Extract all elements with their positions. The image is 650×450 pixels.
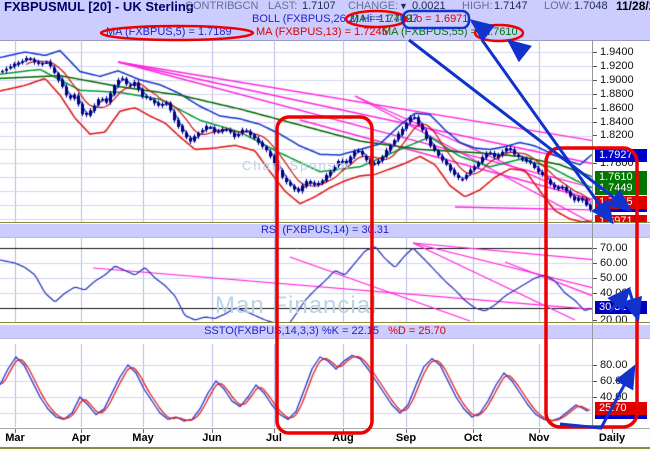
low-label: LOW: (544, 0, 572, 12)
axis-label: 1.8800 (600, 88, 634, 100)
month-label: Mar (5, 432, 25, 444)
quote-date: 11/28/2005 (616, 0, 650, 13)
axis-tick (593, 163, 597, 164)
axis-label: 1.9200 (600, 60, 634, 72)
axis-label: 60.00 (600, 375, 628, 387)
axis-label: 1.9000 (600, 74, 634, 86)
month-tick (81, 429, 82, 433)
contrib-label: CONTRIB: (185, 0, 238, 12)
axis-tick (593, 278, 597, 279)
month-tick (15, 429, 16, 433)
highlighted-value-box: 1.7449 (595, 181, 647, 195)
contrib-value: GCN (234, 0, 259, 12)
month-label: May (132, 432, 154, 444)
ssto-axis[interactable]: 80.00 60.00 40.00 25.70 (593, 344, 650, 427)
month-label: Aug (332, 432, 354, 444)
rsi-header-text: RSI (FXBPUS,14) = 30.31 (260, 224, 390, 236)
ssto-chart-canvas[interactable] (0, 344, 593, 427)
month-label: Oct (463, 432, 483, 444)
ma55-value: 1.7610 (484, 26, 518, 38)
low-value: 1.7048 (574, 0, 608, 12)
moving-average-values-bar: MA (FXBPUS,5) = 1.7189 MA (FXBPUS,13) = … (0, 26, 650, 41)
price-marker-bar (595, 415, 647, 419)
month-tick (343, 429, 344, 433)
axis-tick (593, 52, 597, 53)
ma5-value: MA (FXBPUS,5) = 1.7189 (106, 26, 232, 38)
quote-header-bar: FXBPUSMUL [20] - UK Sterling CONTRIB: GC… (0, 0, 650, 14)
change-value: 0.0021 (412, 0, 446, 12)
month-label: Nov (528, 432, 550, 444)
month-tick (612, 429, 613, 433)
ma55-label: MA (FXBPUS,55) = (382, 26, 478, 38)
month-tick (212, 429, 213, 433)
main-price-chart-canvas[interactable] (0, 40, 593, 222)
month-tick (143, 429, 144, 433)
axis-tick (593, 248, 597, 249)
axis-tick (593, 293, 597, 294)
month-tick (539, 429, 540, 433)
highlighted-value-box: 1.7927 (595, 148, 647, 162)
bollinger-values-bar: BOLL (FXBPUS,26,2) Hi = 1.7927 MA = 1.74… (0, 13, 650, 26)
change-down-arrow-icon: ▼ (399, 1, 408, 11)
ssto-header-d-text: %D = 25.70 (388, 325, 446, 337)
axis-label: 1.8400 (600, 116, 634, 128)
month-label: Jul (266, 432, 282, 444)
axis-tick (593, 397, 597, 398)
axis-tick (593, 94, 597, 95)
axis-tick (593, 80, 597, 81)
axis-tick (593, 122, 597, 123)
rsi-axis[interactable]: 70.00 60.00 50.00 40.00 20.00 30.31 (593, 238, 650, 326)
axis-tick (593, 108, 597, 109)
bottom-border (0, 447, 650, 449)
highlighted-value-box: 30.31 (595, 300, 647, 314)
axis-label: 1.8200 (600, 129, 634, 141)
axis-label: 1.8600 (600, 102, 634, 114)
ssto-header-k-text: SSTO(FXBPUS,14,3,3) %K = 22.15 (204, 325, 380, 337)
change-label: CHANGE: (348, 0, 399, 12)
month-tick (274, 429, 275, 433)
instrument-title: FXBPUSMUL [20] - UK Sterling (4, 0, 194, 14)
axis-tick (593, 135, 597, 136)
axis-tick (593, 365, 597, 366)
highlighted-value-box: 1.7245 (595, 195, 647, 209)
rsi-panel-header: RSI (FXBPUS,14) = 30.31 (0, 223, 650, 238)
axis-column-divider (592, 40, 593, 446)
time-axis[interactable]: Mar Apr May Jun Jul Aug Sep Oct Nov Daily (0, 428, 650, 447)
high-value: 1.7147 (494, 0, 528, 12)
highlighted-value-box: 25.70 (595, 401, 647, 415)
rsi-chart-canvas[interactable] (0, 238, 593, 322)
axis-label: 40.00 (600, 287, 628, 299)
boll-lo-value: Lo = 1.6971 (410, 13, 469, 25)
month-tick (406, 429, 407, 433)
ma13-value: MA (FXBPUS,13) = 1.7245 (256, 26, 388, 38)
month-label: Daily (598, 432, 626, 444)
last-label: LAST: (268, 0, 298, 12)
panel-separator (0, 322, 650, 323)
axis-label: 80.00 (600, 359, 628, 371)
price-axis[interactable]: 1.9400 1.9200 1.9000 1.8800 1.8600 1.8400 1.82… (593, 40, 650, 228)
axis-label: 50.00 (600, 272, 628, 284)
axis-tick (593, 381, 597, 382)
axis-label: 1.9400 (600, 46, 634, 58)
axis-label: 60.00 (600, 257, 628, 269)
month-label: Apr (71, 432, 91, 444)
month-label: Jun (202, 432, 222, 444)
axis-tick (593, 263, 597, 264)
high-label: HIGH: (462, 0, 493, 12)
axis-tick (593, 66, 597, 67)
month-tick (473, 429, 474, 433)
last-value: 1.7107 (302, 0, 336, 12)
axis-label: 70.00 (600, 242, 628, 254)
month-label: Sep (395, 432, 417, 444)
chart-application-window: FXBPUSMUL [20] - UK Sterling CONTRIB: GC… (0, 0, 650, 450)
boll-ma-value: MA = 1.7449 (350, 13, 413, 25)
ssto-panel-header: SSTO(FXBPUS,14,3,3) %K = 22.15 %D = 25.7… (0, 324, 650, 339)
axis-tick (593, 320, 597, 321)
